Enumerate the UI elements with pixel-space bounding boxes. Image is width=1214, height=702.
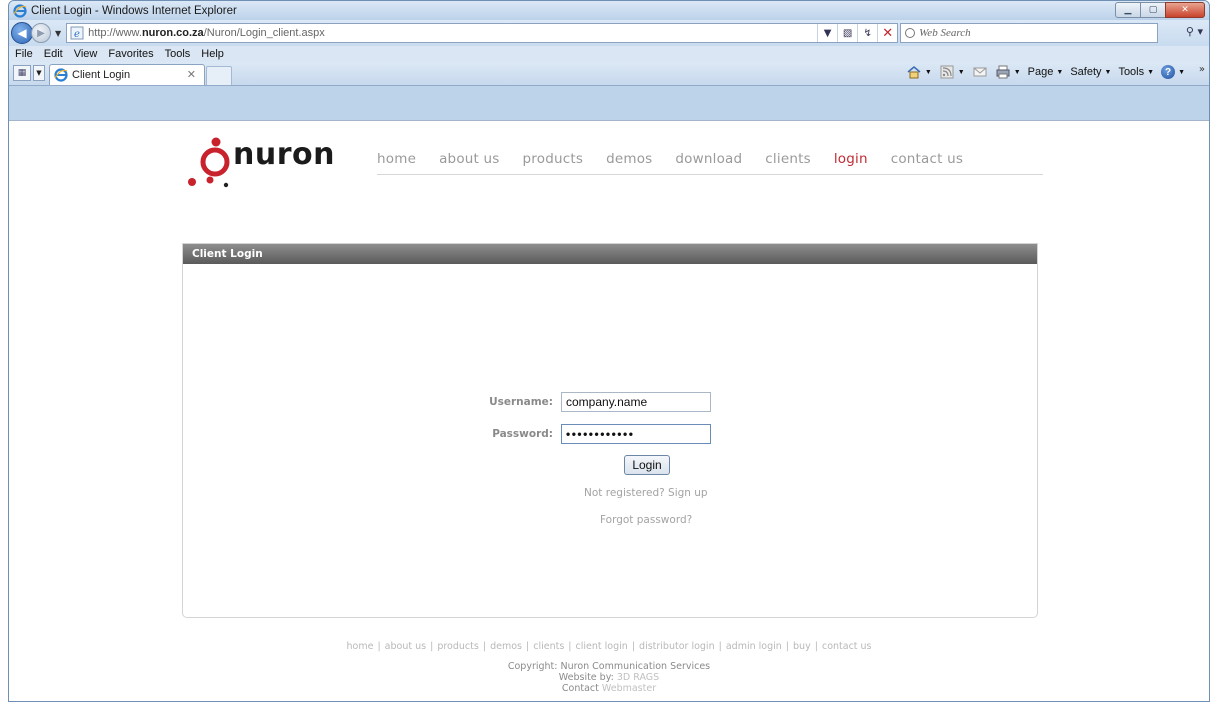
svg-text:e: e <box>74 29 80 40</box>
print-button[interactable]: ▼ <box>995 65 1021 79</box>
ie-page-icon: e <box>70 26 84 40</box>
address-bar: ◀ ▶ ▼ e http://www.nuron.co.za/Nuron/Log… <box>9 20 1209 46</box>
menu-favorites[interactable]: Favorites <box>108 48 153 60</box>
safety-menu[interactable]: Safety ▼ <box>1070 66 1111 78</box>
panel-title: Client Login <box>183 244 1037 264</box>
forgot-password-link[interactable]: Forgot password? <box>600 514 692 526</box>
password-input[interactable]: •••••••••••• <box>561 424 711 444</box>
feeds-button[interactable]: ▼ <box>939 65 965 79</box>
back-button[interactable]: ◀ <box>11 22 33 44</box>
tab-bar: ▦ ▼ Client Login ✕ ▼ ▼ ▼ Page ▼ Safety ▼… <box>9 62 1209 86</box>
tools-menu[interactable]: Tools ▼ <box>1118 66 1154 78</box>
address-dropdown-icon[interactable]: ▼ <box>817 24 837 42</box>
help-icon: ? <box>1161 65 1176 79</box>
site-footer: home | about us | products | demos | cli… <box>9 641 1209 694</box>
search-magnifier-icon <box>905 28 916 38</box>
close-window-button[interactable]: ✕ <box>1165 2 1205 18</box>
footer-link-admin-login[interactable]: admin login <box>726 641 782 652</box>
nav-home[interactable]: home <box>377 151 416 167</box>
contact-label: Contact <box>561 683 599 694</box>
tab-close-icon[interactable]: ✕ <box>187 68 196 81</box>
footer-copyright: Copyright: Nuron Communication Services <box>507 661 711 672</box>
site-nav: home about us products demos download cl… <box>377 151 986 167</box>
site-header: nuron home about us products demos downl… <box>181 133 1043 203</box>
footer-link-distributor-login[interactable]: distributor login <box>639 641 715 652</box>
quick-tabs-icon[interactable]: ▦ <box>13 65 31 81</box>
window-controls: ▁ ▢ ✕ <box>1115 2 1205 18</box>
website-by-label: Website by: <box>558 672 614 683</box>
footer-contact: Contact Webmaster <box>9 683 1209 694</box>
footer-link-about-us[interactable]: about us <box>385 641 426 652</box>
footer-link-client-login[interactable]: client login <box>576 641 628 652</box>
nav-demos[interactable]: demos <box>606 151 652 167</box>
nav-contact-us[interactable]: contact us <box>891 151 963 167</box>
footer-link-buy[interactable]: buy <box>793 641 811 652</box>
page-menu[interactable]: Page ▼ <box>1028 66 1064 78</box>
menu-help[interactable]: Help <box>201 48 224 60</box>
logo-wordmark: nuron <box>233 137 335 172</box>
minimize-button[interactable]: ▁ <box>1115 2 1141 18</box>
username-row: Username: company.name <box>451 392 711 412</box>
command-bar: ▼ ▼ ▼ Page ▼ Safety ▼ Tools ▼ ? ▼ <box>899 65 1185 79</box>
window-title: Client Login - Windows Internet Explorer <box>31 4 237 17</box>
home-icon <box>907 66 921 79</box>
compatibility-icon[interactable]: ▧ <box>837 24 857 42</box>
footer-link-demos[interactable]: demos <box>490 641 522 652</box>
footer-website-by: Website by: 3D RAGS <box>9 672 1209 683</box>
nav-divider <box>377 174 1043 175</box>
footer-link-clients[interactable]: clients <box>533 641 564 652</box>
nav-products[interactable]: products <box>523 151 584 167</box>
search-field[interactable]: Web Search <box>900 23 1159 43</box>
page-viewport: nuron home about us products demos downl… <box>9 120 1209 701</box>
menu-tools[interactable]: Tools <box>165 48 191 60</box>
menu-file[interactable]: File <box>15 48 33 60</box>
footer-link-home[interactable]: home <box>346 641 373 652</box>
password-row: Password: •••••••••••• <box>451 424 711 444</box>
history-dropdown-icon[interactable]: ▼ <box>55 29 61 38</box>
password-label: Password: <box>492 428 553 440</box>
nav-clients[interactable]: clients <box>765 151 811 167</box>
new-tab-button[interactable] <box>206 66 232 85</box>
search-placeholder: Web Search <box>919 27 971 39</box>
tab-list-dropdown-icon[interactable]: ▼ <box>33 65 45 81</box>
chevron-more-icon[interactable]: » <box>1199 64 1205 75</box>
menu-view[interactable]: View <box>74 48 98 60</box>
menu-edit[interactable]: Edit <box>44 48 63 60</box>
home-button[interactable]: ▼ <box>906 65 932 79</box>
menu-bar: File Edit View Favorites Tools Help <box>9 46 1209 62</box>
printer-icon <box>996 65 1010 79</box>
search-go-icon[interactable]: ⚲ ▾ <box>1186 25 1203 38</box>
mail-button[interactable] <box>972 65 988 79</box>
forward-button[interactable]: ▶ <box>31 23 51 43</box>
website-by-link[interactable]: 3D RAGS <box>617 672 659 683</box>
title-bar: Client Login - Windows Internet Explorer… <box>9 1 1209 20</box>
url-text: http://www.nuron.co.za/Nuron/Login_clien… <box>88 27 325 39</box>
browser-window: Client Login - Windows Internet Explorer… <box>8 0 1210 702</box>
username-label: Username: <box>489 396 553 408</box>
url-field[interactable]: e http://www.nuron.co.za/Nuron/Login_cli… <box>66 23 899 43</box>
rss-feed-icon <box>940 65 954 79</box>
footer-link-contact-us[interactable]: contact us <box>822 641 872 652</box>
nav-about-us[interactable]: about us <box>439 151 499 167</box>
signup-link[interactable]: Not registered? Sign up <box>584 487 708 499</box>
nav-login[interactable]: login <box>834 151 868 167</box>
stop-icon[interactable]: ✕ <box>877 24 897 42</box>
ie-logo-icon <box>13 3 27 18</box>
maximize-button[interactable]: ▢ <box>1140 2 1166 18</box>
webmaster-link[interactable]: Webmaster <box>602 683 656 694</box>
refresh-icon[interactable]: ↯ <box>857 24 877 42</box>
tab-label: Client Login <box>72 69 131 81</box>
login-panel: Client Login Username: company.name Pass… <box>182 243 1038 618</box>
username-input[interactable]: company.name <box>561 392 711 412</box>
address-actions: ▼ ▧ ↯ ✕ <box>817 24 897 42</box>
tab-client-login[interactable]: Client Login ✕ <box>49 64 205 85</box>
mail-icon <box>973 67 987 77</box>
nav-download[interactable]: download <box>675 151 742 167</box>
footer-links: home | about us | products | demos | cli… <box>346 641 872 652</box>
login-button[interactable]: Login <box>624 455 670 475</box>
footer-link-products[interactable]: products <box>437 641 479 652</box>
help-menu[interactable]: ? ▼ <box>1161 65 1185 79</box>
ie-logo-icon <box>54 68 68 82</box>
